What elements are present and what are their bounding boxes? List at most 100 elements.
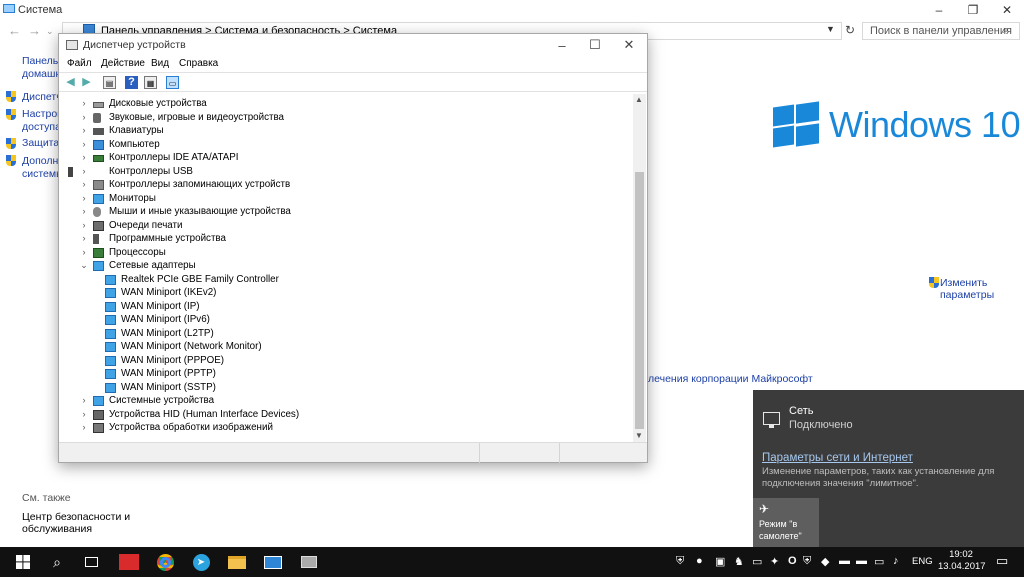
expand-chevron-icon[interactable]: › <box>79 97 89 111</box>
imaging-icon <box>93 423 104 433</box>
sidebar-item-label: Диспетч <box>22 91 62 103</box>
tray-app-icon[interactable]: ▬ <box>856 555 867 567</box>
forward-arrow-icon[interactable]: → <box>28 23 41 38</box>
dm-maximize-button[interactable]: ☐ <box>578 34 612 56</box>
airplane-icon: ✈ <box>759 502 770 516</box>
tray-app-icon[interactable]: O <box>788 555 797 567</box>
volume-icon[interactable]: ♪ <box>893 555 899 567</box>
rdp-app-icon[interactable] <box>258 547 288 577</box>
expand-chevron-icon[interactable]: › <box>79 246 89 260</box>
device-label: WAN Miniport (PPTP) <box>121 368 216 379</box>
device-label: Контроллеры USB <box>109 165 193 177</box>
language-indicator[interactable]: ENG <box>912 556 933 567</box>
device-label: WAN Miniport (Network Monitor) <box>121 341 262 352</box>
search-placeholder: Поиск в панели управления <box>870 25 1012 37</box>
tray-app-icon[interactable]: ♞ <box>734 555 744 568</box>
microsoft-license-link[interactable]: лечения корпорации Майкрософт <box>648 373 813 385</box>
processor-icon <box>93 247 104 258</box>
forward-icon[interactable]: ▶ <box>80 76 93 89</box>
expand-chevron-icon[interactable]: › <box>79 232 89 246</box>
see-also-heading: См. также <box>22 492 71 504</box>
desktop: Система – ❐ ✕ ← → ⌄ Панель управления > … <box>0 0 1024 577</box>
tray-app-icon[interactable]: ● <box>696 555 703 567</box>
expand-chevron-icon[interactable]: › <box>79 219 89 233</box>
file-explorer-icon[interactable] <box>222 547 252 577</box>
dm-minimize-button[interactable]: – <box>545 34 579 56</box>
shield-icon <box>6 109 17 121</box>
network-name[interactable]: Сеть <box>789 405 813 417</box>
tray-app-icon[interactable]: ▬ <box>839 555 850 567</box>
scroll-down-icon[interactable]: ▼ <box>635 431 643 440</box>
dm-close-button[interactable]: ✕ <box>612 34 646 56</box>
expand-chevron-icon[interactable]: › <box>79 124 89 138</box>
expand-chevron-icon[interactable]: › <box>79 394 89 408</box>
scan-hardware-icon[interactable]: ▭ <box>166 76 179 89</box>
device-manager-window: Диспетчер устройств – ☐ ✕ Файл Действие … <box>58 33 648 463</box>
storage-controller-icon <box>93 180 104 190</box>
network-adapter-icon <box>105 274 116 285</box>
back-icon[interactable]: ◀ <box>64 76 77 89</box>
expand-chevron-icon[interactable]: › <box>79 205 89 219</box>
network-tool-icon[interactable] <box>294 547 324 577</box>
mouse-icon <box>93 207 101 217</box>
collapse-chevron-icon[interactable]: ⌄ <box>79 259 89 273</box>
security-center-label: Центр безопасности и <box>22 511 131 523</box>
menu-item-action[interactable]: Действие <box>101 58 145 69</box>
close-button[interactable]: ✕ <box>990 0 1024 20</box>
chrome-icon[interactable] <box>150 547 180 577</box>
refresh-icon[interactable]: ↻ <box>845 23 855 37</box>
menu-item-help[interactable]: Справка <box>179 58 218 69</box>
tray-app-icon[interactable]: ⛨ <box>803 555 811 568</box>
vertical-scrollbar[interactable]: ▲ ▼ <box>633 94 646 443</box>
airplane-mode-tile[interactable]: ✈ Режим "в самолете" <box>753 498 819 547</box>
telegram-icon[interactable]: ➤ <box>186 547 216 577</box>
shield-icon <box>929 277 940 289</box>
computer-icon <box>93 139 104 150</box>
scroll-up-icon[interactable]: ▲ <box>635 95 643 104</box>
properties-icon[interactable]: ▤ <box>103 76 116 89</box>
expand-chevron-icon[interactable]: › <box>79 165 89 179</box>
address-dropdown-icon[interactable]: ▼ <box>826 24 835 34</box>
minimize-button[interactable]: – <box>922 0 956 20</box>
expand-chevron-icon[interactable]: › <box>79 178 89 192</box>
tray-app-icon[interactable]: ✦ <box>770 555 779 568</box>
device-label: Очереди печати <box>109 219 183 231</box>
tray-app-icon[interactable]: ⛨ <box>676 555 684 568</box>
tray-app-icon[interactable]: ▭ <box>752 555 762 568</box>
change-settings-link[interactable]: Изменить параметры <box>940 277 994 301</box>
search-taskbar-icon[interactable]: ⌕ <box>42 547 72 577</box>
expand-chevron-icon[interactable]: › <box>79 408 89 422</box>
expand-chevron-icon[interactable]: › <box>79 138 89 152</box>
tray-app-icon[interactable]: ◆ <box>821 555 829 568</box>
menu-item-view[interactable]: Вид <box>151 58 169 69</box>
app-red-icon[interactable] <box>114 547 144 577</box>
security-center-link[interactable]: Центр безопасности и обслуживания <box>22 511 130 535</box>
expand-chevron-icon[interactable]: › <box>79 151 89 165</box>
recent-dropdown-icon[interactable]: ⌄ <box>46 26 54 37</box>
sidebar-item-remote[interactable]: Настрой доступа <box>22 108 63 134</box>
network-tray-icon[interactable]: ▭ <box>874 555 884 568</box>
list-view-icon[interactable]: ▦ <box>144 76 157 89</box>
sidebar-item-device-manager[interactable]: Диспетч <box>22 91 62 104</box>
scrollbar-thumb[interactable] <box>635 172 644 429</box>
clock[interactable]: 19:02 13.04.2017 <box>938 549 986 573</box>
maximize-button[interactable]: ❐ <box>956 0 990 20</box>
menu-item-file[interactable]: Файл <box>67 58 92 69</box>
tray-app-icon[interactable]: ▣ <box>715 555 725 568</box>
help-icon[interactable]: ? <box>125 76 138 89</box>
start-button[interactable] <box>8 547 38 577</box>
device-label: Устройства HID (Human Interface Devices) <box>109 408 300 420</box>
task-view-icon[interactable] <box>76 547 106 577</box>
back-arrow-icon[interactable]: ← <box>8 23 21 38</box>
action-center-icon[interactable]: ▭ <box>996 553 1008 569</box>
device-manager-title: Диспетчер устройств <box>83 39 186 51</box>
expand-chevron-icon[interactable]: › <box>79 192 89 206</box>
device-manager-icon <box>66 40 78 50</box>
search-icon[interactable]: ⌕ <box>1003 24 1009 37</box>
expand-chevron-icon[interactable]: › <box>79 111 89 125</box>
device-label: Клавиатуры <box>109 125 164 136</box>
network-flyout: Сеть Подключено Параметры сети и Интерне… <box>753 390 1024 547</box>
usb-icon <box>68 166 73 177</box>
network-settings-link[interactable]: Параметры сети и Интернет <box>762 452 913 464</box>
expand-chevron-icon[interactable]: › <box>79 421 89 435</box>
